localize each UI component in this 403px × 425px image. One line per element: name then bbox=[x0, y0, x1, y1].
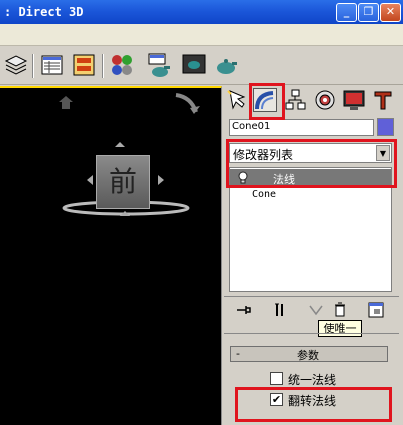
tooltip: 使唯一 bbox=[318, 320, 362, 337]
rollout-title: 参数 bbox=[297, 349, 319, 362]
make-unique-icon[interactable] bbox=[306, 300, 326, 320]
close-button[interactable]: ✕ bbox=[380, 3, 401, 22]
stack-item-cone[interactable]: Cone bbox=[252, 189, 276, 200]
schematic-list-icon[interactable] bbox=[40, 53, 64, 77]
unify-normals-checkbox[interactable] bbox=[270, 372, 283, 385]
restore-button[interactable]: ❐ bbox=[358, 3, 379, 22]
tab-create[interactable] bbox=[224, 88, 248, 112]
viewcube-face-front[interactable]: 前 bbox=[96, 155, 150, 209]
quick-render-icon[interactable] bbox=[214, 53, 238, 77]
tab-utilities[interactable] bbox=[371, 88, 395, 112]
tab-display[interactable] bbox=[342, 88, 366, 112]
highlight-box bbox=[226, 139, 397, 188]
tab-motion[interactable] bbox=[313, 88, 337, 112]
configure-modifier-sets-icon[interactable] bbox=[366, 300, 386, 320]
toolbar-separator bbox=[102, 54, 104, 78]
show-end-result-icon[interactable] bbox=[270, 300, 290, 320]
rollout-collapse-icon[interactable]: - bbox=[236, 347, 240, 360]
window-title: : Direct 3D bbox=[4, 5, 84, 19]
divider bbox=[224, 333, 399, 334]
tab-hierarchy[interactable] bbox=[284, 88, 308, 112]
object-name-input[interactable]: Cone01 bbox=[229, 119, 374, 136]
rendered-frame-icon[interactable] bbox=[182, 53, 206, 77]
pin-stack-icon[interactable] bbox=[234, 300, 254, 320]
curve-editor-icon[interactable] bbox=[72, 53, 96, 77]
object-color-swatch[interactable] bbox=[377, 118, 394, 136]
highlight-box bbox=[235, 387, 392, 422]
divider bbox=[224, 296, 399, 297]
menu-bar bbox=[0, 24, 403, 46]
minimize-button[interactable]: _ bbox=[336, 3, 357, 22]
home-icon bbox=[59, 96, 73, 109]
highlight-box bbox=[249, 83, 285, 120]
toolbar-separator bbox=[32, 54, 34, 78]
material-editor-icon[interactable] bbox=[110, 53, 134, 77]
layers-icon[interactable] bbox=[4, 53, 28, 77]
remove-modifier-icon[interactable] bbox=[330, 300, 350, 320]
render-setup-icon[interactable] bbox=[146, 53, 170, 77]
unify-normals-label: 统一法线 bbox=[288, 373, 337, 387]
